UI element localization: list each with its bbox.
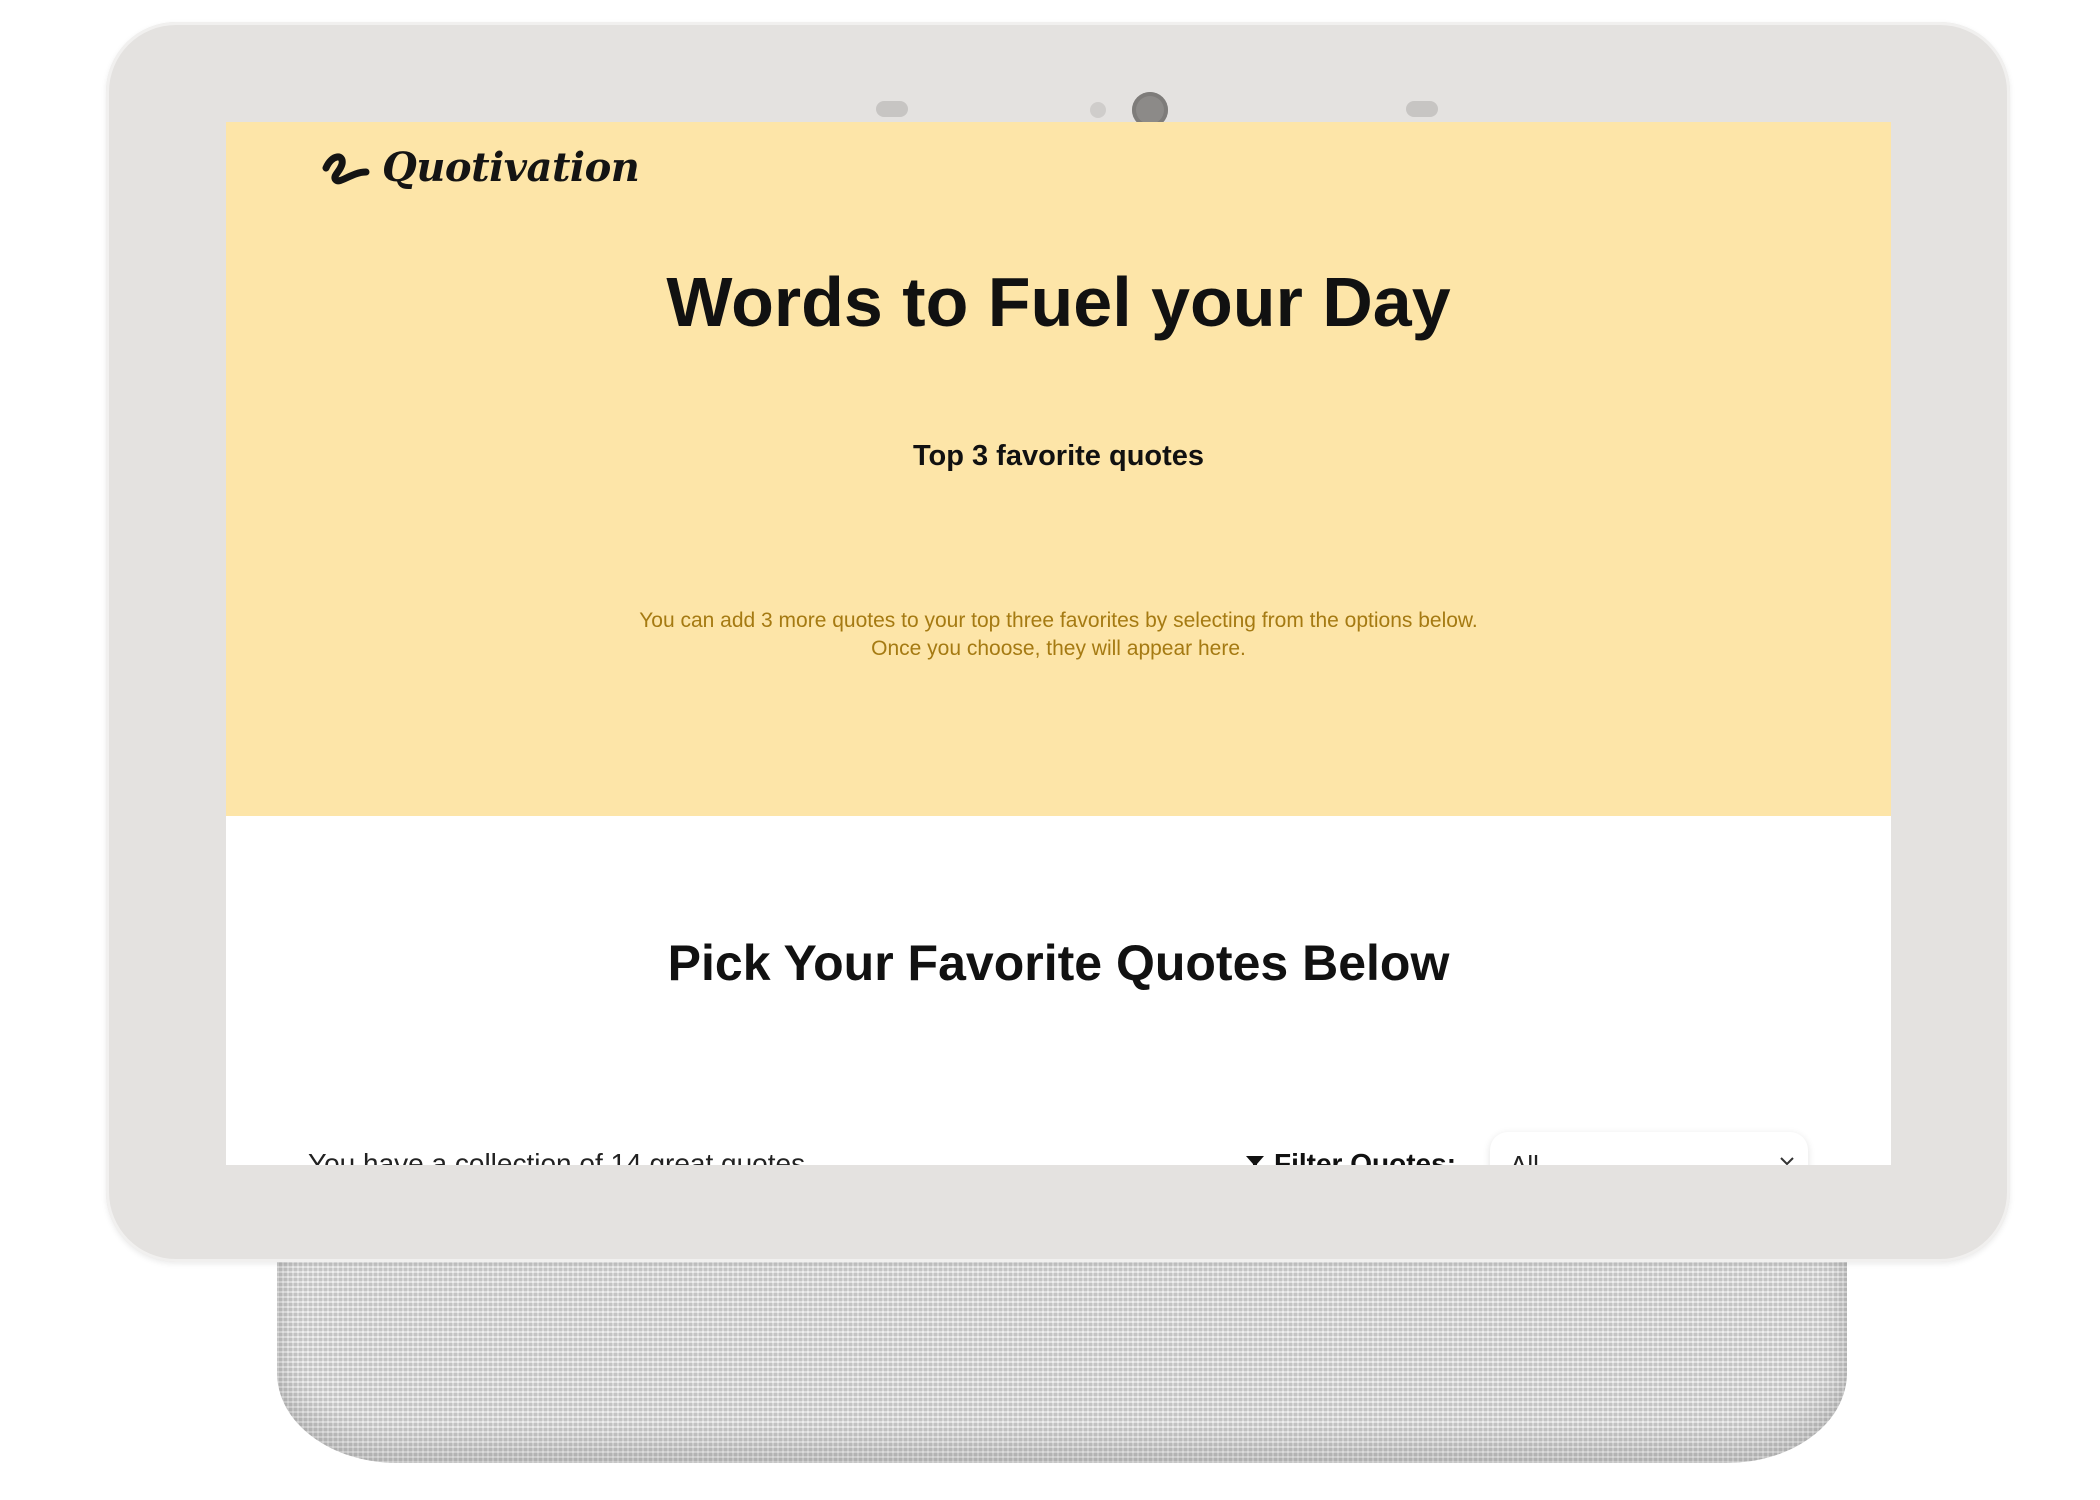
favorites-heading: Top 3 favorite quotes: [912, 440, 1205, 472]
page-title: Words to Fuel your Day: [666, 263, 1451, 341]
quote-collection-count: You have a collection of 14 great quotes: [308, 1148, 806, 1165]
chevron-down-icon: [1780, 1157, 1794, 1165]
favorites-empty-note: You can add 3 more quotes to your top th…: [226, 607, 1891, 663]
speaker-base: [277, 1238, 1847, 1463]
device-screen: Quotivation Words to Fuel your Day Top 3…: [226, 122, 1891, 1165]
logo-mark-icon: [322, 153, 370, 184]
filter-label-text: Filter Quotes:: [1274, 1148, 1457, 1165]
filter-selected-value: All: [1510, 1150, 1539, 1165]
quotes-section-title: Pick Your Favorite Quotes Below: [667, 935, 1450, 991]
hero-section: Quotivation Words to Fuel your Day Top 3…: [226, 122, 1891, 816]
microphone-icon: [1090, 102, 1106, 118]
light-sensor-icon: [876, 101, 908, 117]
favorites-note-line-1: You can add 3 more quotes to your top th…: [639, 609, 1478, 632]
app-logo[interactable]: Quotivation: [322, 144, 640, 191]
logo-text: Quotivation: [382, 144, 640, 191]
filter-quotes-select[interactable]: All: [1490, 1132, 1808, 1165]
filter-icon: [1246, 1156, 1264, 1165]
favorites-note-line-2: Once you choose, they will appear here.: [871, 637, 1246, 660]
proximity-sensor-icon: [1406, 101, 1438, 117]
filter-label: Filter Quotes:: [1246, 1148, 1456, 1165]
device-mockup: Quotivation Words to Fuel your Day Top 3…: [0, 0, 2100, 1500]
